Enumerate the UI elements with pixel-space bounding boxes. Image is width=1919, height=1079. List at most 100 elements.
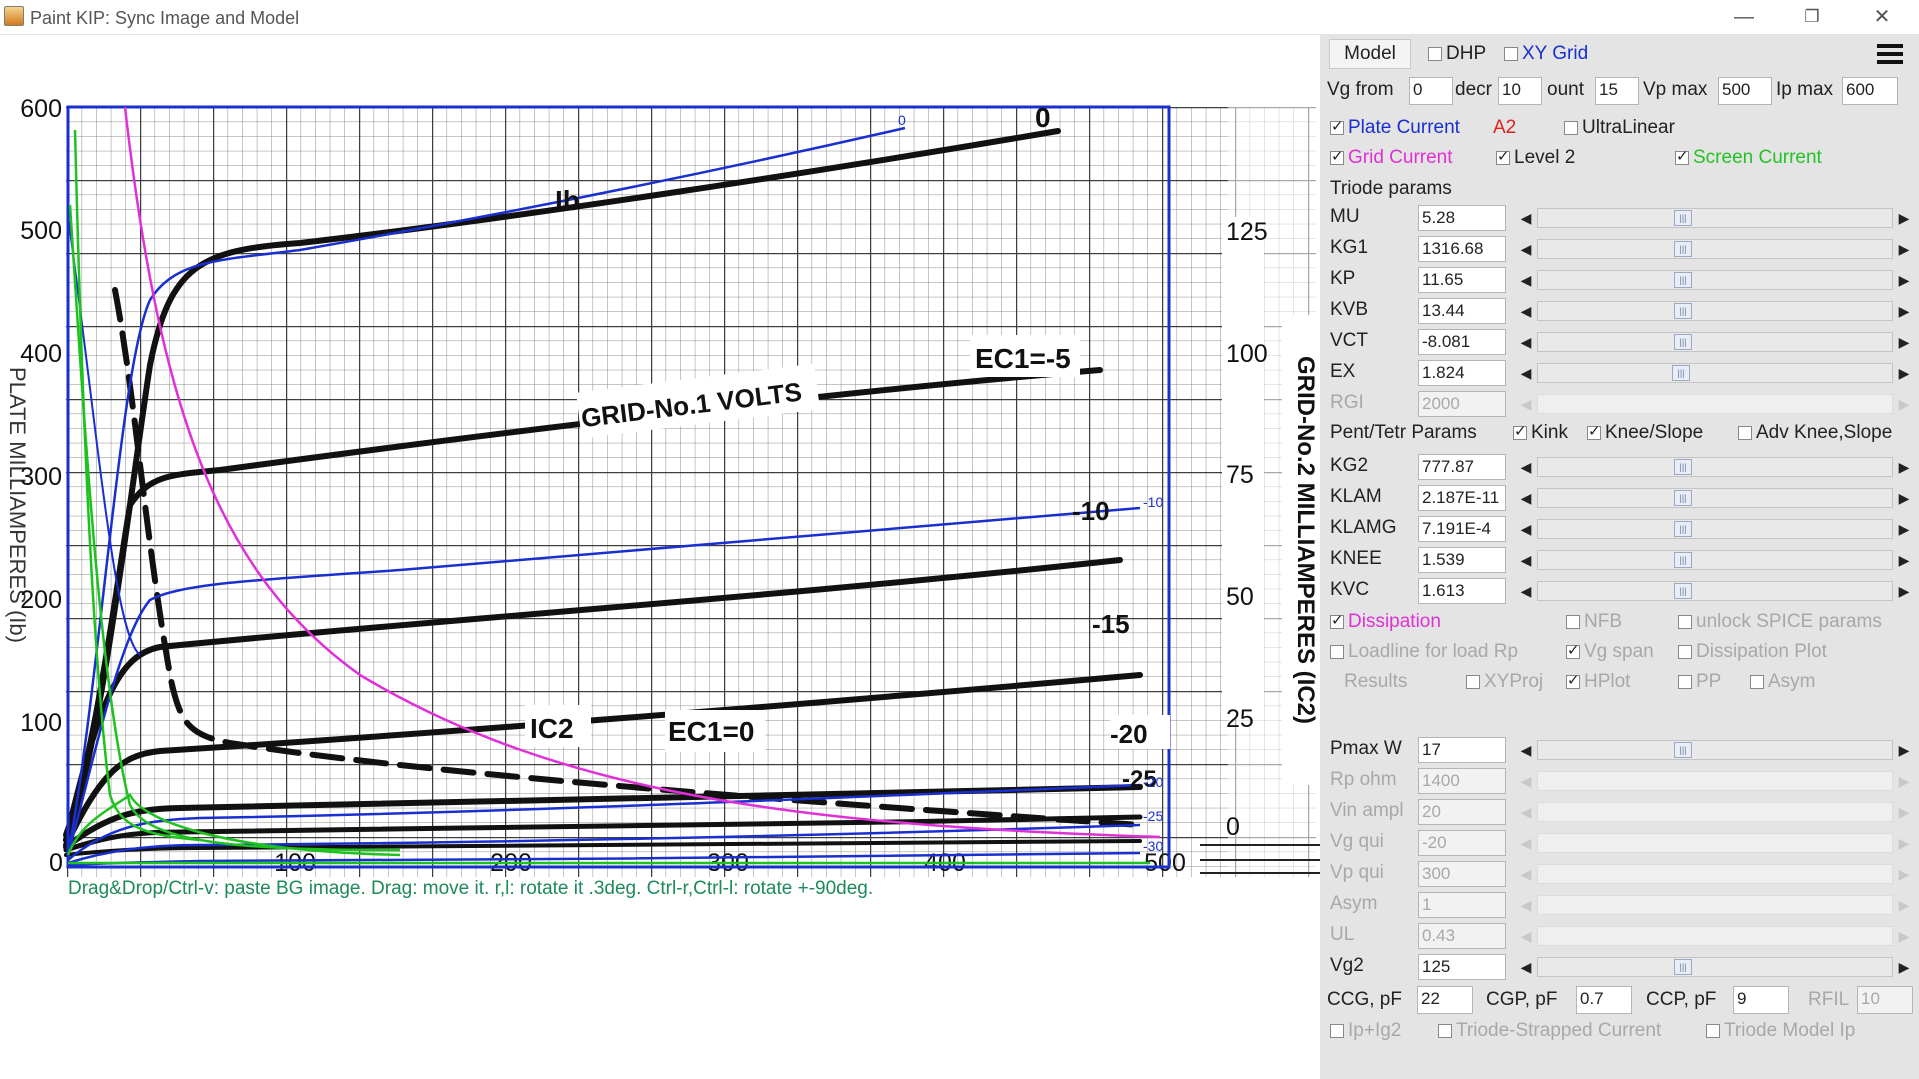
slider-right-arrow-icon[interactable]: ▶ xyxy=(1893,548,1915,572)
slider-klamg[interactable]: ◀ ||| ▶ xyxy=(1515,517,1915,541)
slider-thumb[interactable]: ||| xyxy=(1674,552,1692,568)
kink-checkbox-box[interactable] xyxy=(1513,422,1527,440)
slider-left-arrow-icon[interactable]: ◀ xyxy=(1515,268,1537,292)
ip-max-field[interactable]: 600 xyxy=(1842,77,1898,105)
adv-knee-checkbox-box[interactable] xyxy=(1738,425,1752,440)
screen-current-checkbox-box[interactable] xyxy=(1675,147,1689,165)
dissipation-checkbox-box[interactable] xyxy=(1330,611,1344,629)
param-field-kg2[interactable]: 777.87 xyxy=(1418,454,1506,480)
knee-slope-checkbox-box[interactable] xyxy=(1587,422,1601,440)
param-field-kp[interactable]: 11.65 xyxy=(1418,267,1506,293)
slider-track[interactable]: ||| xyxy=(1537,581,1893,601)
slider-right-arrow-icon[interactable]: ▶ xyxy=(1893,268,1915,292)
slider-right-arrow-icon[interactable]: ▶ xyxy=(1893,486,1915,510)
menu-icon[interactable] xyxy=(1875,41,1905,67)
slider-track[interactable]: ||| xyxy=(1537,519,1893,539)
grid-current-checkbox[interactable]: Grid Current xyxy=(1330,147,1453,169)
unlock-spice-checkbox[interactable]: unlock SPICE params xyxy=(1678,611,1882,633)
ip-ig2-checkbox-box[interactable] xyxy=(1330,1023,1344,1038)
slider-left-arrow-icon[interactable]: ◀ xyxy=(1515,361,1537,385)
slider-track[interactable]: ||| xyxy=(1537,301,1893,321)
param-field-kvc[interactable]: 1.613 xyxy=(1418,578,1506,604)
slider-thumb[interactable]: ||| xyxy=(1674,334,1692,350)
param-field-pmax[interactable]: 17 xyxy=(1418,737,1506,763)
slider-right-arrow-icon[interactable]: ▶ xyxy=(1893,955,1915,979)
slider-thumb[interactable]: ||| xyxy=(1674,521,1692,537)
level2-checkbox[interactable]: Level 2 xyxy=(1496,147,1575,169)
slider-pmax[interactable]: ◀ ||| ▶ xyxy=(1515,738,1915,762)
slider-left-arrow-icon[interactable]: ◀ xyxy=(1515,548,1537,572)
slider-right-arrow-icon[interactable]: ▶ xyxy=(1893,579,1915,603)
ultralinear-checkbox[interactable]: UltraLinear xyxy=(1564,117,1675,139)
slider-left-arrow-icon[interactable]: ◀ xyxy=(1515,486,1537,510)
unlock-spice-checkbox-box[interactable] xyxy=(1678,614,1692,629)
slider-ex[interactable]: ◀ ||| ▶ xyxy=(1515,361,1915,385)
slider-right-arrow-icon[interactable]: ▶ xyxy=(1893,206,1915,230)
xygrid-checkbox[interactable]: XY Grid xyxy=(1504,43,1588,65)
slider-left-arrow-icon[interactable]: ◀ xyxy=(1515,330,1537,354)
param-field-mu[interactable]: 5.28 xyxy=(1418,205,1506,231)
dhp-checkbox[interactable]: DHP xyxy=(1428,43,1486,65)
triode-model-ip-checkbox-box[interactable] xyxy=(1706,1023,1720,1038)
slider-thumb[interactable]: ||| xyxy=(1672,365,1690,381)
slider-left-arrow-icon[interactable]: ◀ xyxy=(1515,738,1537,762)
slider-left-arrow-icon[interactable]: ◀ xyxy=(1515,455,1537,479)
slider-thumb[interactable]: ||| xyxy=(1674,583,1692,599)
dissipation-checkbox[interactable]: Dissipation xyxy=(1330,611,1441,633)
triode-strapped-checkbox-box[interactable] xyxy=(1438,1023,1452,1038)
param-field-kg1[interactable]: 1316.68 xyxy=(1418,236,1506,262)
slider-right-arrow-icon[interactable]: ▶ xyxy=(1893,299,1915,323)
slider-left-arrow-icon[interactable]: ◀ xyxy=(1515,206,1537,230)
ultralinear-checkbox-box[interactable] xyxy=(1564,120,1578,135)
slider-track[interactable]: ||| xyxy=(1537,457,1893,477)
slider-right-arrow-icon[interactable]: ▶ xyxy=(1893,330,1915,354)
slider-right-arrow-icon[interactable]: ▶ xyxy=(1893,738,1915,762)
slider-track[interactable]: ||| xyxy=(1537,488,1893,508)
slider-track[interactable]: ||| xyxy=(1537,740,1893,760)
slider-left-arrow-icon[interactable]: ◀ xyxy=(1515,237,1537,261)
slider-thumb[interactable]: ||| xyxy=(1674,272,1692,288)
level2-checkbox-box[interactable] xyxy=(1496,147,1510,165)
plot-canvas[interactable]: 600 500 400 300 200 100 PLATE MILLIAMPER… xyxy=(0,35,1320,1079)
loadline-checkbox[interactable]: Loadline for load Rp xyxy=(1330,641,1518,663)
slider-right-arrow-icon[interactable]: ▶ xyxy=(1893,361,1915,385)
dhp-checkbox-box[interactable] xyxy=(1428,46,1442,61)
triode-model-ip-checkbox[interactable]: Triode Model Ip xyxy=(1706,1020,1855,1042)
slider-thumb[interactable]: ||| xyxy=(1674,959,1692,975)
slider-thumb[interactable]: ||| xyxy=(1674,303,1692,319)
slider-vg2[interactable]: ◀ ||| ▶ xyxy=(1515,955,1915,979)
ip-ig2-checkbox[interactable]: Ip+Ig2 xyxy=(1330,1020,1401,1042)
slider-thumb[interactable]: ||| xyxy=(1674,210,1692,226)
minimize-button[interactable]: — xyxy=(1714,2,1774,32)
kink-checkbox[interactable]: Kink xyxy=(1513,422,1568,444)
plate-current-checkbox-box[interactable] xyxy=(1330,117,1344,135)
plate-current-checkbox[interactable]: Plate Current xyxy=(1330,117,1460,139)
slider-thumb[interactable]: ||| xyxy=(1674,742,1692,758)
param-field-vg2[interactable]: 125 xyxy=(1418,954,1506,980)
param-field-kvb[interactable]: 13.44 xyxy=(1418,298,1506,324)
slider-kvc[interactable]: ◀ ||| ▶ xyxy=(1515,579,1915,603)
slider-track[interactable]: ||| xyxy=(1537,208,1893,228)
param-field-klamg[interactable]: 7.191E-4 xyxy=(1418,516,1506,542)
grid-current-checkbox-box[interactable] xyxy=(1330,147,1344,165)
slider-track[interactable]: ||| xyxy=(1537,363,1893,383)
vg-from-field[interactable]: 0 xyxy=(1409,77,1453,105)
count-field[interactable]: 15 xyxy=(1595,77,1639,105)
adv-knee-checkbox[interactable]: Adv Knee,Slope xyxy=(1738,422,1892,444)
slider-klam[interactable]: ◀ ||| ▶ xyxy=(1515,486,1915,510)
slider-track[interactable]: ||| xyxy=(1537,239,1893,259)
vp-max-field[interactable]: 500 xyxy=(1718,77,1772,105)
slider-right-arrow-icon[interactable]: ▶ xyxy=(1893,517,1915,541)
param-field-klam[interactable]: 2.187E-11 xyxy=(1418,485,1506,511)
slider-left-arrow-icon[interactable]: ◀ xyxy=(1515,517,1537,541)
slider-kg1[interactable]: ◀ ||| ▶ xyxy=(1515,237,1915,261)
slider-right-arrow-icon[interactable]: ▶ xyxy=(1893,237,1915,261)
slider-kp[interactable]: ◀ ||| ▶ xyxy=(1515,268,1915,292)
slider-kvb[interactable]: ◀ ||| ▶ xyxy=(1515,299,1915,323)
loadline-checkbox-box[interactable] xyxy=(1330,644,1344,659)
restore-button[interactable]: ❐ xyxy=(1782,2,1842,32)
slider-left-arrow-icon[interactable]: ◀ xyxy=(1515,955,1537,979)
ccp-field[interactable]: 9 xyxy=(1733,986,1789,1014)
plot-area[interactable]: 600 500 400 300 200 100 PLATE MILLIAMPER… xyxy=(0,35,1320,1079)
triode-strapped-checkbox[interactable]: Triode-Strapped Current xyxy=(1438,1020,1661,1042)
